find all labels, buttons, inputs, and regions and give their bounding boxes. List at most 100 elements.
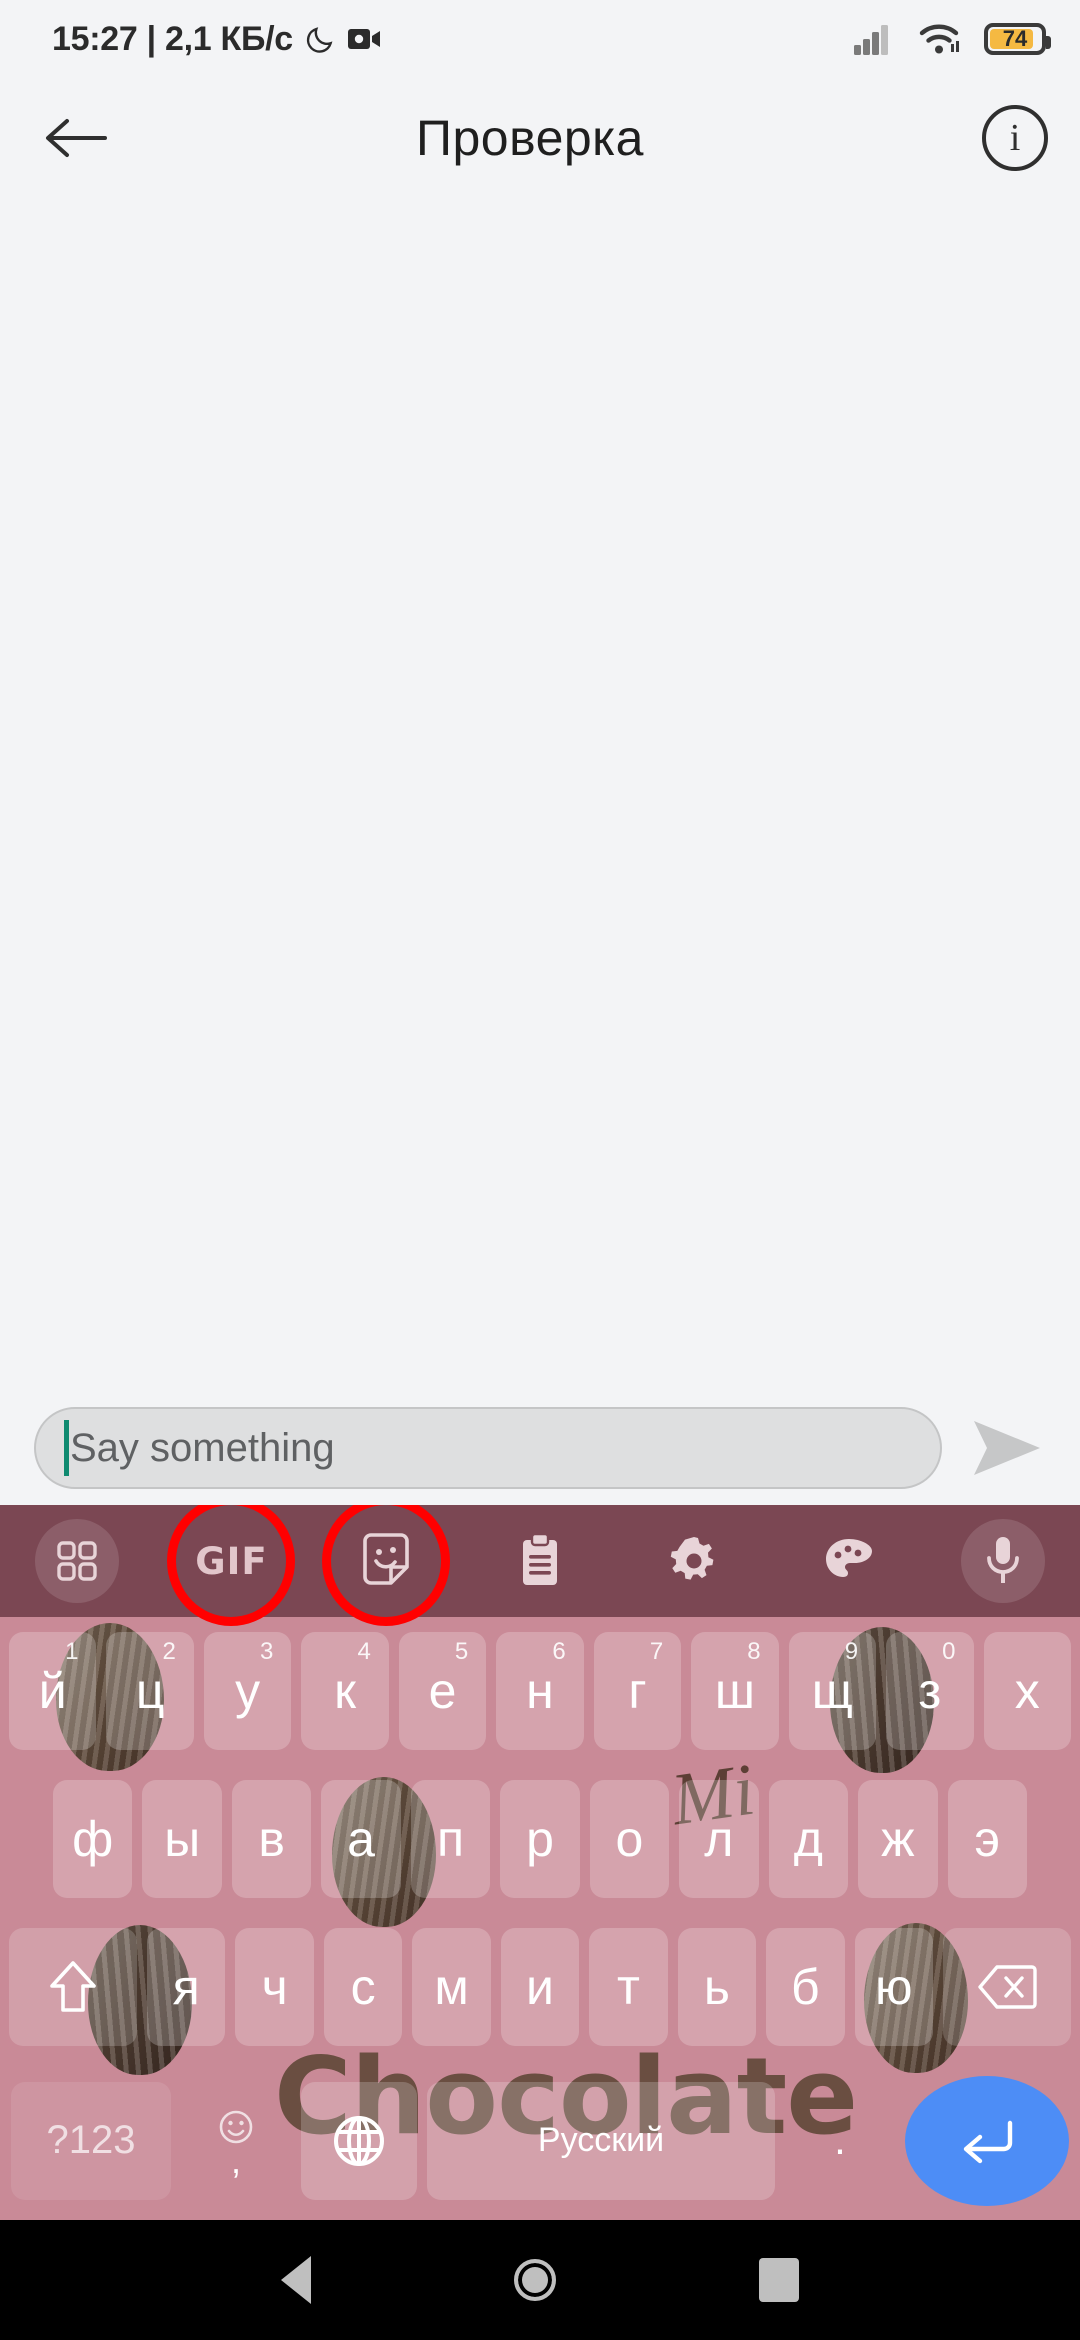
key-х[interactable]: х bbox=[983, 1632, 1071, 1750]
keyboard-row-3: я ч с м и т ь бю bbox=[0, 1913, 1080, 2061]
key-м[interactable]: м bbox=[412, 1928, 491, 2046]
key-й[interactable]: 1й bbox=[9, 1632, 97, 1750]
key-superscript: 3 bbox=[260, 1638, 274, 1665]
key-о[interactable]: о bbox=[589, 1780, 670, 1898]
key-label: ш bbox=[714, 1663, 755, 1719]
key-superscript: 5 bbox=[454, 1638, 469, 1665]
nav-back-button[interactable] bbox=[281, 2256, 312, 2304]
battery-icon: 74 bbox=[984, 23, 1051, 55]
nav-back-icon bbox=[281, 2256, 312, 2304]
menu-grid-icon bbox=[35, 1519, 120, 1603]
key-ф[interactable]: ф bbox=[53, 1780, 133, 1898]
info-button[interactable]: i bbox=[950, 78, 1080, 198]
symbols-key[interactable]: ?123 bbox=[11, 2081, 171, 2200]
key-ы[interactable]: ы bbox=[142, 1780, 222, 1898]
key-label: з bbox=[918, 1663, 942, 1719]
key-label: ы bbox=[164, 1811, 201, 1867]
backspace-key-icon bbox=[978, 1965, 1037, 2009]
key-к[interactable]: 4к bbox=[301, 1632, 389, 1750]
backspace-key[interactable] bbox=[943, 1928, 1071, 2046]
keyboard-row-4: ?123 , Русский . bbox=[0, 2061, 1080, 2220]
keyboard-toolbar-clipboard-button[interactable] bbox=[463, 1505, 617, 1617]
back-arrow-icon bbox=[46, 119, 107, 157]
key-з[interactable]: 0з bbox=[886, 1632, 974, 1750]
key-а[interactable]: а bbox=[321, 1780, 401, 1898]
period-key[interactable]: . bbox=[785, 2082, 895, 2200]
key-у[interactable]: 3у bbox=[203, 1632, 292, 1750]
key-щ[interactable]: 9щ bbox=[788, 1632, 877, 1750]
globe-language-icon bbox=[334, 2115, 384, 2166]
nav-recents-icon bbox=[758, 2258, 799, 2302]
key-superscript: 2 bbox=[162, 1638, 176, 1665]
key-с[interactable]: с bbox=[323, 1928, 403, 2046]
language-switch-key[interactable] bbox=[301, 2081, 417, 2200]
key-label: г bbox=[628, 1663, 647, 1719]
key-п[interactable]: п bbox=[410, 1780, 491, 1898]
key-label: ф bbox=[72, 1811, 114, 1867]
keyboard-toolbar-sticker-button[interactable] bbox=[309, 1505, 463, 1626]
gif-label: GIF bbox=[195, 1539, 268, 1583]
status-bar-left: 15:27 | 2,1 КБ/с bbox=[52, 20, 381, 59]
keyboard-toolbar-voice-button[interactable] bbox=[926, 1505, 1080, 1617]
key-ш[interactable]: 8ш bbox=[691, 1632, 779, 1750]
key-label: м bbox=[434, 1959, 469, 2015]
app-bar: Проверка i bbox=[0, 78, 1080, 198]
key-label: а bbox=[347, 1811, 375, 1867]
message-input-field[interactable]: Say something bbox=[34, 1407, 942, 1489]
moon-icon bbox=[306, 27, 333, 53]
keyboard-toolbar-theme-button[interactable] bbox=[771, 1505, 925, 1617]
info-glyph: i bbox=[1009, 117, 1021, 159]
send-button[interactable] bbox=[952, 1393, 1062, 1503]
key-я[interactable]: я bbox=[147, 1928, 226, 2046]
enter-key[interactable] bbox=[905, 2075, 1069, 2206]
key-в[interactable]: в bbox=[231, 1780, 312, 1898]
key-ч[interactable]: ч bbox=[235, 1928, 314, 2046]
key-superscript: 4 bbox=[357, 1638, 371, 1665]
key-label: р bbox=[526, 1811, 554, 1867]
key-label: ю bbox=[874, 1959, 913, 2015]
key-label: ч bbox=[261, 1959, 288, 2015]
microphone-icon bbox=[960, 1519, 1045, 1603]
key-label: л bbox=[704, 1811, 734, 1867]
key-г[interactable]: 7г bbox=[593, 1632, 682, 1750]
back-button[interactable] bbox=[0, 78, 150, 198]
page-title: Проверка bbox=[416, 110, 644, 166]
comma-key[interactable]: , bbox=[181, 2082, 291, 2200]
key-ю[interactable]: ю bbox=[854, 1928, 933, 2046]
keyboard-row-2: фы в а п р о л д ж э bbox=[0, 1765, 1080, 1913]
status-bar: 15:27 | 2,1 КБ/с 74 bbox=[0, 0, 1080, 78]
key-и[interactable]: и bbox=[500, 1928, 580, 2046]
enter-key-icon bbox=[963, 2120, 1013, 2163]
key-д[interactable]: д bbox=[768, 1780, 849, 1898]
keyboard-toolbar-settings-button[interactable] bbox=[617, 1505, 771, 1617]
key-е[interactable]: 5е bbox=[398, 1632, 487, 1750]
key-superscript: 7 bbox=[649, 1638, 664, 1665]
send-icon bbox=[974, 1421, 1040, 1475]
keyboard-toolbar-gif-button[interactable]: GIF bbox=[154, 1505, 308, 1626]
key-б[interactable]: б bbox=[766, 1928, 845, 2046]
key-label: п bbox=[437, 1811, 465, 1867]
key-т[interactable]: т bbox=[589, 1928, 668, 2046]
key-ц[interactable]: 2ц bbox=[106, 1632, 194, 1750]
space-key-label: Русский bbox=[537, 2121, 665, 2159]
keyboard-toolbar-menu-button[interactable] bbox=[0, 1505, 154, 1617]
key-р[interactable]: р bbox=[500, 1780, 580, 1898]
key-ь[interactable]: ь bbox=[677, 1928, 757, 2046]
key-superscript: 0 bbox=[942, 1638, 956, 1665]
nav-home-button[interactable] bbox=[513, 2259, 556, 2301]
key-superscript: 6 bbox=[552, 1638, 566, 1665]
period-key-label: . bbox=[834, 2116, 846, 2164]
key-н[interactable]: 6н bbox=[496, 1632, 584, 1750]
key-л[interactable]: л bbox=[679, 1780, 759, 1898]
key-label: т bbox=[616, 1959, 640, 2015]
phone-screen: 15:27 | 2,1 КБ/с 74 Проверка i Say somet… bbox=[0, 0, 1080, 2340]
space-key[interactable]: Русский bbox=[427, 2081, 775, 2200]
key-label: д bbox=[793, 1811, 823, 1867]
key-label: у bbox=[235, 1663, 261, 1719]
info-icon: i bbox=[982, 105, 1048, 171]
key-label: б bbox=[790, 1959, 820, 2015]
shift-key[interactable] bbox=[9, 1928, 137, 2046]
key-ж[interactable]: ж bbox=[858, 1780, 938, 1898]
key-э[interactable]: э bbox=[947, 1780, 1027, 1898]
nav-recents-button[interactable] bbox=[758, 2258, 799, 2302]
